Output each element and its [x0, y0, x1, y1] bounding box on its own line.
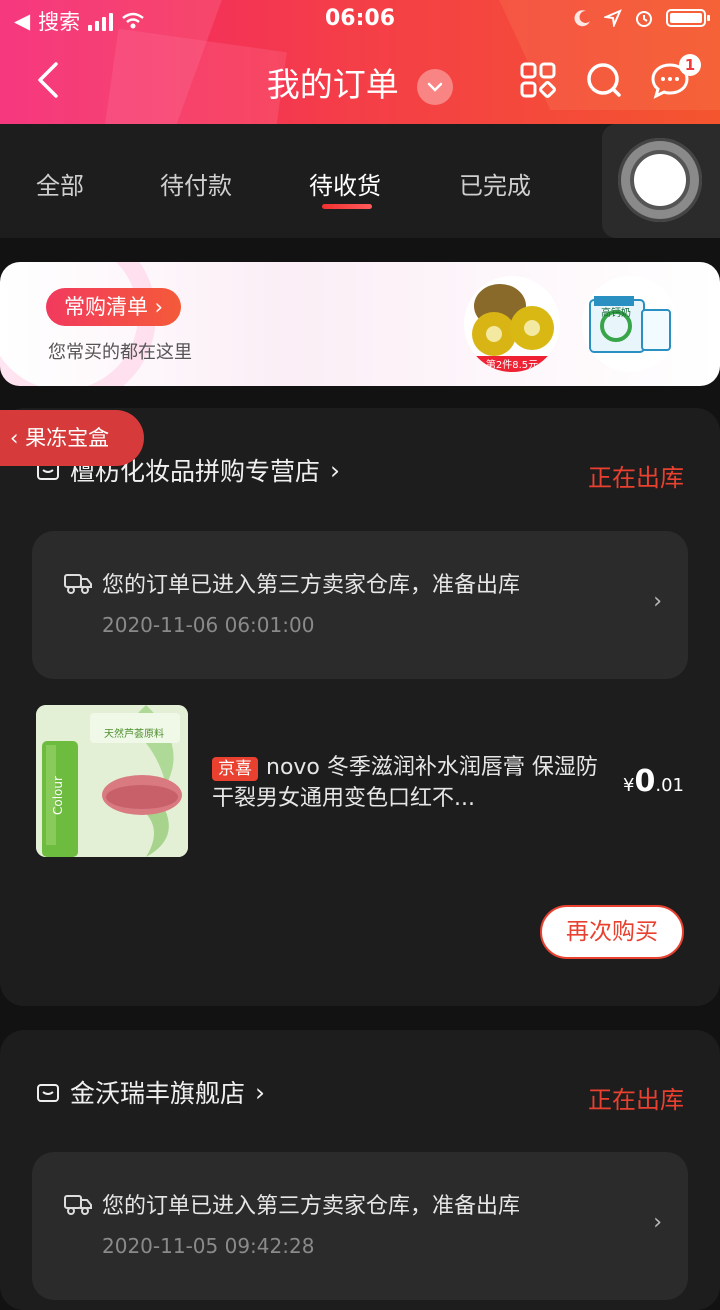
battery-icon: [666, 9, 710, 27]
chevron-right-icon: ›: [330, 455, 341, 485]
chevron-right-icon: ›: [653, 589, 662, 614]
product-name[interactable]: 京喜 novo 冬季滋润补水润唇膏 保湿防干裂男女通用变色口红不...: [212, 752, 602, 814]
product-thumbnail[interactable]: Colour 天然芦荟原料: [36, 705, 188, 857]
svg-text:第2件8.5元: 第2件8.5元: [486, 358, 538, 371]
assistive-core: [630, 150, 690, 210]
order-status: 正在出库: [588, 464, 684, 492]
chevron-right-icon: ›: [653, 1210, 662, 1235]
store-link[interactable]: 金沃瑞丰旗舰店 ›: [36, 1074, 265, 1110]
banner-subtitle: 您常买的都在这里: [48, 342, 192, 363]
chevron-down-icon[interactable]: [417, 68, 454, 105]
header-bar: ◀ 搜索 06:06 我的订单 1: [0, 0, 720, 124]
tab-completed[interactable]: 已完成: [459, 166, 531, 201]
chevron-right-icon: ›: [255, 1077, 266, 1107]
milk-product-image[interactable]: 高钙奶: [582, 276, 678, 372]
kiwi-product-image[interactable]: 第2件8.5元: [464, 276, 560, 372]
svg-text:Colour: Colour: [51, 776, 65, 815]
moon-icon: [574, 10, 590, 27]
tracking-time: 2020-11-06 06:01:00: [102, 613, 315, 637]
jingxi-tag: 京喜: [212, 757, 258, 781]
order-status: 正在出库: [588, 1086, 684, 1114]
tracking-text: 您的订单已进入第三方卖家仓库，准备出库: [102, 573, 521, 598]
status-bar: ◀ 搜索 06:06: [0, 0, 720, 40]
message-badge: 1: [679, 54, 701, 76]
tab-all[interactable]: 全部: [36, 166, 84, 201]
rebuy-button[interactable]: 再次购买: [540, 905, 684, 959]
order-card: 金沃瑞丰旗舰店 › 正在出库 您的订单已进入第三方卖家仓库，准备出库 2020-…: [0, 1030, 720, 1310]
location-icon: [604, 9, 622, 27]
frequent-purchase-banner[interactable]: 常购清单 › 您常买的都在这里 第2件8.5元 高钙奶: [0, 262, 720, 386]
tracking-panel[interactable]: 您的订单已进入第三方卖家仓库，准备出库 2020-11-06 06:01:00 …: [32, 531, 688, 679]
alarm-icon: [636, 11, 652, 27]
tracking-time: 2020-11-05 09:42:28: [102, 1234, 315, 1258]
tracking-text: 您的订单已进入第三方卖家仓库，准备出库: [102, 1194, 521, 1219]
search-icon[interactable]: [584, 60, 624, 100]
tracking-panel[interactable]: 您的订单已进入第三方卖家仓库，准备出库 2020-11-05 09:42:28 …: [32, 1152, 688, 1300]
tab-pending-receipt[interactable]: 待收货: [309, 166, 381, 201]
frequent-list-button[interactable]: 常购清单 ›: [46, 288, 182, 326]
store-icon: [37, 1084, 59, 1102]
assistive-touch-button[interactable]: [602, 124, 720, 238]
truck-icon: [64, 1195, 92, 1215]
nav-bar: 我的订单 1: [0, 44, 720, 120]
jelly-box-tag[interactable]: ‹ 果冻宝盒: [0, 410, 144, 466]
apps-grid-icon[interactable]: [518, 60, 558, 100]
truck-icon: [64, 574, 92, 594]
order-card: 檀枋化妆品拼购专营店 › 正在出库 您的订单已进入第三方卖家仓库，准备出库 20…: [0, 408, 720, 1006]
product-price: ¥0.01: [623, 764, 684, 799]
tab-pending-payment[interactable]: 待付款: [160, 166, 232, 201]
svg-text:天然芦荟原料: 天然芦荟原料: [104, 727, 164, 740]
active-tab-indicator: [322, 204, 372, 209]
svg-text:高钙奶: 高钙奶: [601, 306, 631, 319]
status-right: [574, 8, 710, 28]
